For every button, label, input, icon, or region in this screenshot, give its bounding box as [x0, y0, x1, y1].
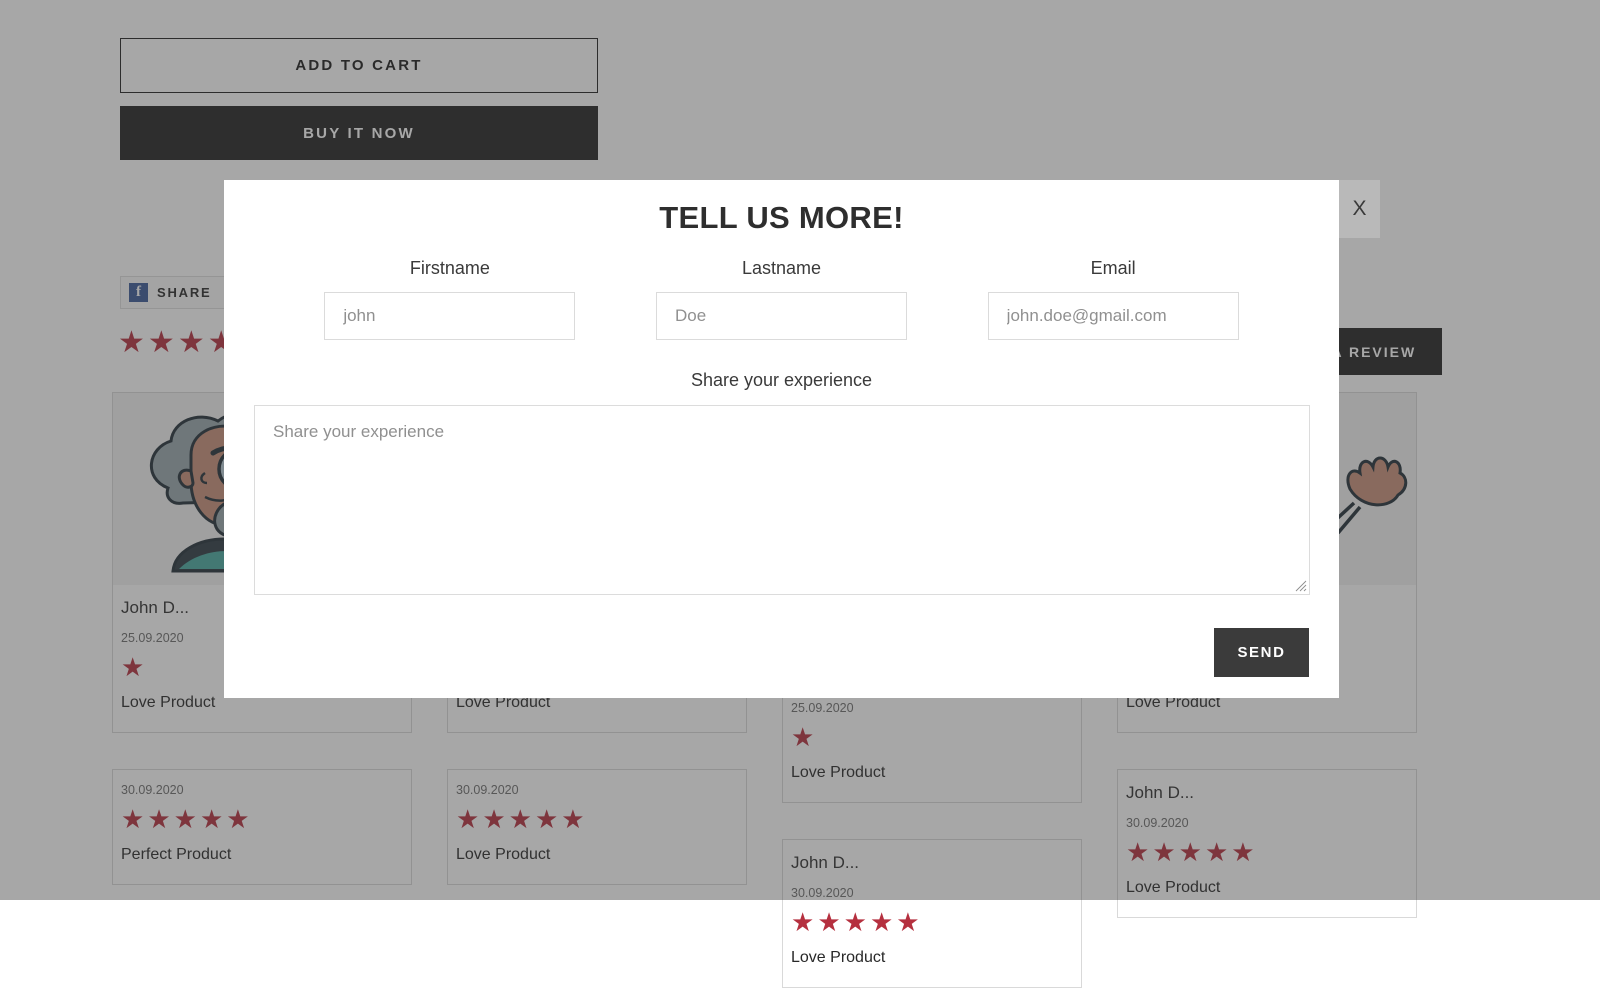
firstname-field-group: Firstname	[284, 258, 616, 340]
experience-holder	[254, 405, 1310, 595]
tell-us-more-modal: X TELL US MORE! Firstname Lastname Email…	[224, 180, 1339, 698]
star-icon: ★	[791, 909, 814, 935]
star-icon: ★	[870, 909, 893, 935]
experience-wrap	[224, 405, 1339, 595]
modal-title: TELL US MORE!	[224, 180, 1339, 236]
experience-textarea[interactable]	[254, 405, 1310, 595]
close-icon[interactable]: X	[1339, 180, 1380, 238]
star-icon: ★	[817, 909, 840, 935]
close-label: X	[1352, 197, 1366, 221]
email-input[interactable]	[988, 292, 1239, 340]
star-icon: ★	[844, 909, 867, 935]
firstname-input[interactable]	[324, 292, 575, 340]
lastname-input[interactable]	[656, 292, 907, 340]
firstname-label: Firstname	[410, 258, 490, 279]
star-icon: ★	[896, 909, 919, 935]
email-label: Email	[1091, 258, 1136, 279]
experience-label: Share your experience	[224, 370, 1339, 391]
review-stars: ★★★★★	[791, 909, 1073, 935]
email-field-group: Email	[947, 258, 1279, 340]
lastname-field-group: Lastname	[616, 258, 948, 340]
modal-fields-row: Firstname Lastname Email	[224, 258, 1339, 340]
send-row: SEND	[1214, 628, 1309, 677]
lastname-label: Lastname	[742, 258, 821, 279]
review-text: Love Product	[791, 949, 1073, 967]
send-button[interactable]: SEND	[1214, 628, 1309, 677]
